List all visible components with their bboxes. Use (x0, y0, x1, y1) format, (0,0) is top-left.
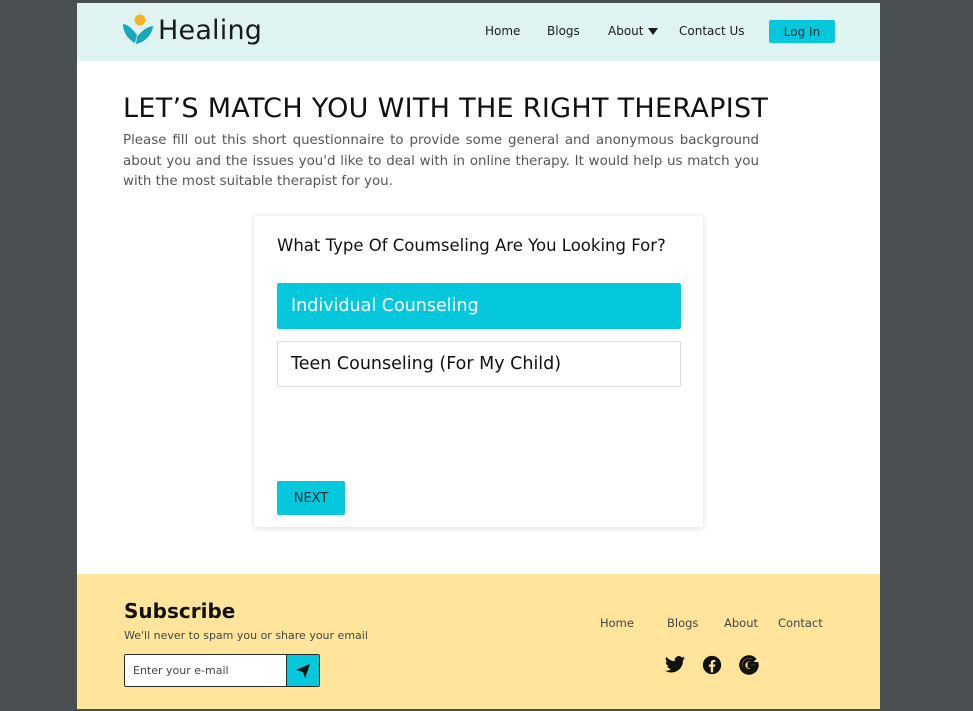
nav-about[interactable]: About (608, 24, 643, 38)
chevron-down-icon[interactable] (648, 28, 658, 35)
footer-link-home[interactable]: Home (600, 616, 634, 630)
logo[interactable]: Healing (121, 13, 262, 47)
subscribe-text: We'll never to spam you or share your em… (124, 629, 368, 642)
next-button[interactable]: NEXT (277, 481, 345, 515)
header: Healing Home Blogs About Contact Us Log … (77, 3, 880, 61)
intro-text: Please fill out this short questionnaire… (123, 133, 759, 189)
facebook-icon[interactable] (701, 654, 723, 676)
option-label: Teen Counseling (For My Child) (291, 354, 562, 374)
option-label: Individual Counseling (291, 296, 479, 316)
send-icon (296, 663, 310, 678)
nav-home[interactable]: Home (485, 24, 520, 38)
footer-link-blogs[interactable]: Blogs (667, 616, 698, 630)
send-button[interactable] (286, 655, 319, 686)
footer-link-contact[interactable]: Contact (778, 616, 823, 630)
page-frame: Healing Home Blogs About Contact Us Log … (77, 3, 880, 709)
option-teen-counseling[interactable]: Teen Counseling (For My Child) (277, 341, 681, 387)
twitter-icon[interactable] (664, 654, 686, 676)
email-input[interactable] (125, 655, 286, 686)
page-title: LET’S MATCH YOU WITH THE RIGHT THERAPIST (123, 93, 769, 124)
brand-name: Healing (158, 14, 263, 46)
healing-logo-icon (123, 14, 153, 44)
option-individual-counseling[interactable]: Individual Counseling (277, 283, 681, 329)
question-text: What Type Of Coumseling Are You Looking … (277, 236, 666, 255)
nav-blogs[interactable]: Blogs (547, 24, 580, 38)
google-icon[interactable] (738, 654, 760, 676)
footer: Subscribe We'll never to spam you or sha… (77, 574, 880, 709)
login-button[interactable]: Log In (769, 20, 835, 43)
nav-contact[interactable]: Contact Us (679, 24, 745, 38)
email-subscribe-form (124, 654, 320, 687)
footer-link-about[interactable]: About (724, 616, 758, 630)
questionnaire-card: What Type Of Coumseling Are You Looking … (254, 216, 703, 527)
subscribe-title: Subscribe (124, 599, 236, 623)
